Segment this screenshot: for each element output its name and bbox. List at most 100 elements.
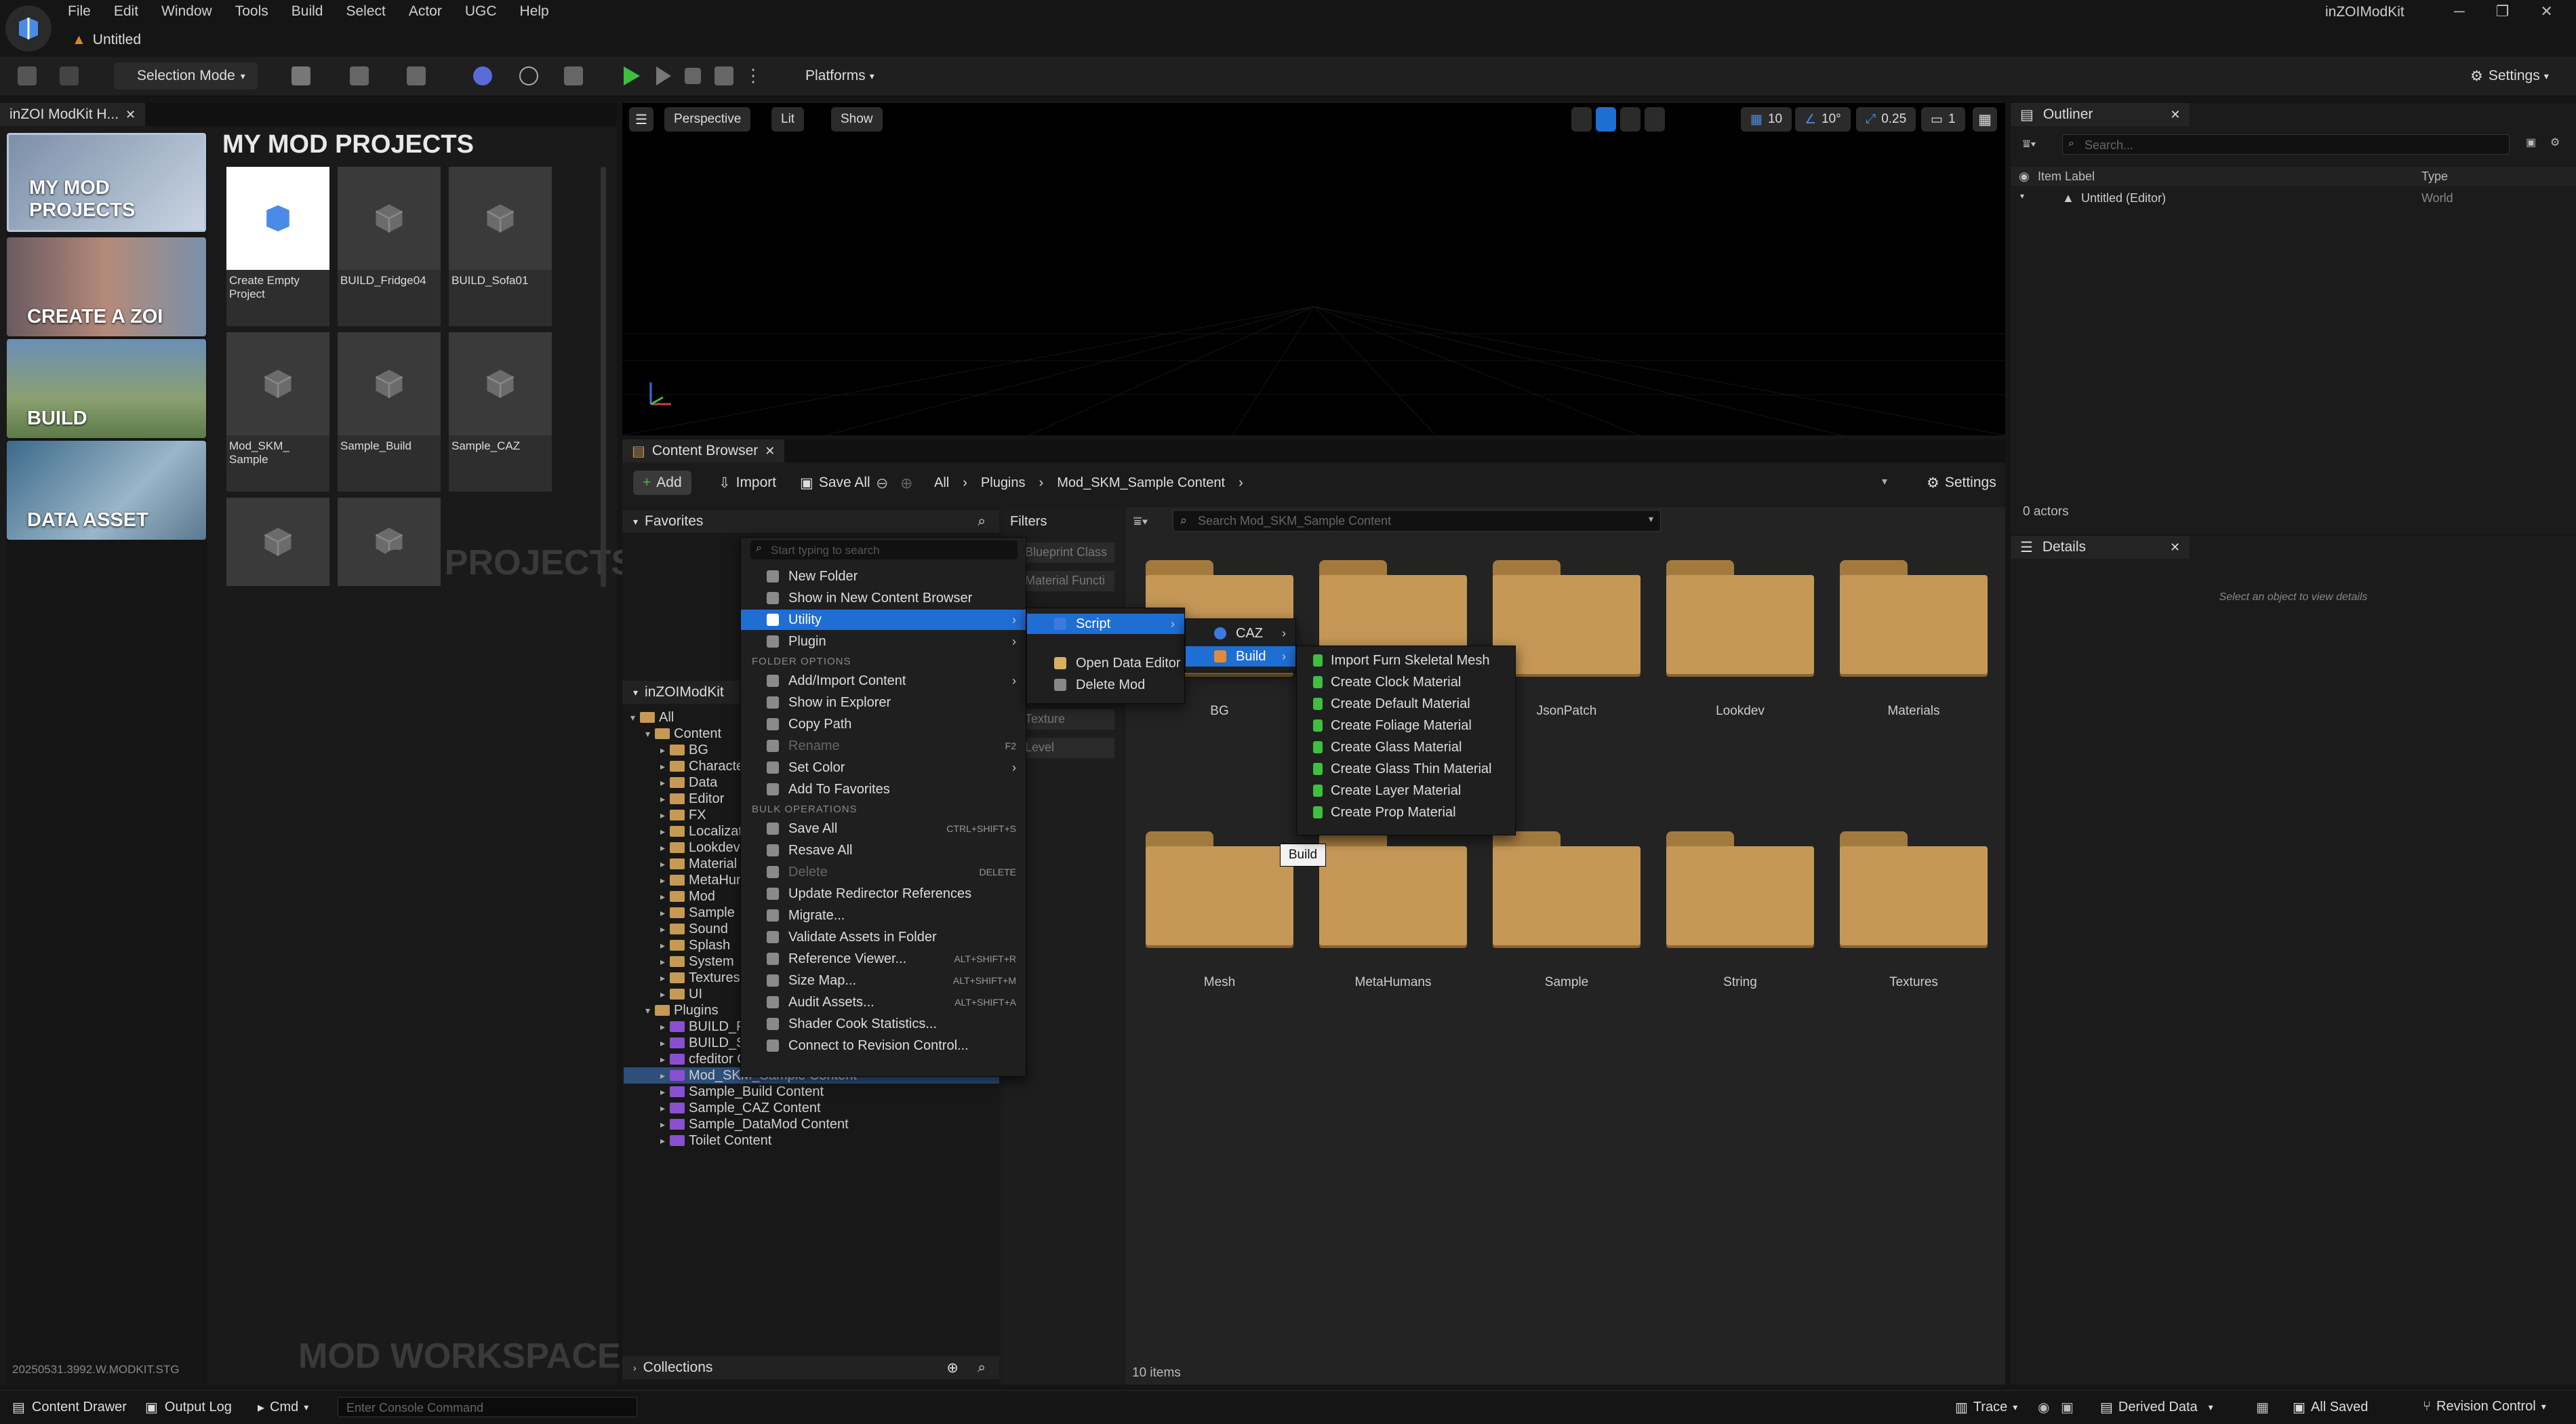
- help-icon[interactable]: [519, 66, 538, 85]
- scale-icon[interactable]: [1645, 107, 1665, 132]
- save-icon[interactable]: [18, 66, 37, 85]
- chevron-right-icon[interactable]: ▸: [660, 761, 670, 772]
- content-drawer-button[interactable]: ▤ Content Drawer: [12, 1399, 127, 1416]
- menu-item-create-layer-material[interactable]: Create Layer Material: [1297, 780, 1515, 801]
- menu-item-create-glass-material[interactable]: Create Glass Material: [1297, 737, 1515, 757]
- menu-item-build[interactable]: Build ›: [1186, 646, 1295, 667]
- project-card[interactable]: Mod_SKM_ Sample: [226, 332, 329, 492]
- select-mode-icon[interactable]: [1571, 107, 1592, 132]
- menu-item-add-to-favorites[interactable]: Add To Favorites: [741, 779, 1026, 799]
- chevron-right-icon[interactable]: ▸: [660, 972, 670, 984]
- menu-item-create-glass-thin-material[interactable]: Create Glass Thin Material: [1297, 759, 1515, 779]
- search-icon[interactable]: ⌕: [978, 513, 986, 530]
- settings-button[interactable]: ⚙ Settings ▾: [2461, 62, 2558, 90]
- menu-item-size-map-[interactable]: Size Map... ALT+SHIFT+M: [741, 970, 1026, 991]
- sidebar-item-my-mod-projects[interactable]: MY MOD PROJECTS: [7, 133, 206, 232]
- details-tab[interactable]: ☰ Details ✕: [2011, 536, 2190, 559]
- chevron-right-icon[interactable]: ▸: [660, 810, 670, 821]
- menu-item-create-clock-material[interactable]: Create Clock Material: [1297, 672, 1515, 692]
- menu-item-add-import-content[interactable]: Add/Import Content ›: [741, 671, 1026, 691]
- tree-item[interactable]: ▸ Toilet Content: [624, 1132, 999, 1149]
- chevron-right-icon[interactable]: ▸: [660, 891, 670, 903]
- camera-speed-button[interactable]: ▭ 1: [1921, 107, 1965, 132]
- close-icon[interactable]: ✕: [765, 444, 775, 458]
- trace-button[interactable]: ▥ Trace ▾: [1955, 1399, 2017, 1416]
- minimize-icon[interactable]: ─: [2454, 3, 2465, 20]
- chevron-right-icon[interactable]: ▸: [660, 1021, 670, 1033]
- outliner-tab[interactable]: ▤ Outliner ✕: [2011, 103, 2190, 126]
- menu-item-create-default-material[interactable]: Create Default Material: [1297, 694, 1515, 714]
- menu-item-new-folder[interactable]: New Folder: [741, 566, 1026, 587]
- menu-window[interactable]: Window: [161, 0, 212, 23]
- filter-material-function[interactable]: Material Functi: [1020, 571, 1114, 591]
- save-all-button[interactable]: ▣ Save All: [790, 471, 880, 495]
- chevron-right-icon[interactable]: ▸: [660, 826, 670, 837]
- material-sphere-icon[interactable]: [473, 66, 492, 85]
- menu-item-utility[interactable]: Utility ›: [741, 610, 1026, 630]
- menu-item-create-foliage-material[interactable]: Create Foliage Material: [1297, 715, 1515, 736]
- layout-icon[interactable]: ▦: [1973, 107, 1997, 132]
- cmd-dropdown[interactable]: ▸ Cmd ▾: [258, 1399, 308, 1416]
- filter-blueprint-class[interactable]: Blueprint Class: [1020, 542, 1114, 563]
- filter-level[interactable]: Level: [1020, 738, 1114, 758]
- menu-item-save-all[interactable]: Save All CTRL+SHIFT+S: [741, 818, 1026, 839]
- document-tab[interactable]: ▲ Untitled: [72, 28, 141, 52]
- project-card[interactable]: BUILD_Sofa01: [449, 167, 552, 326]
- rotate-icon[interactable]: [1620, 107, 1641, 132]
- add-folder-icon[interactable]: ▣: [2526, 136, 2536, 149]
- search-icon[interactable]: ⌕: [978, 1360, 986, 1376]
- chevron-right-icon[interactable]: ▸: [660, 1103, 670, 1114]
- folder-tile[interactable]: [1319, 831, 1467, 945]
- breadcrumb-current[interactable]: Mod_SKM_Sample Content: [1057, 475, 1225, 491]
- menu-item-open-data-editor[interactable]: Open Data Editor: [1027, 653, 1184, 673]
- menu-item-copy-path[interactable]: Copy Path: [741, 714, 1026, 734]
- add-actor-icon[interactable]: [291, 66, 310, 85]
- chevron-right-icon[interactable]: ▸: [660, 777, 670, 789]
- chevron-right-icon[interactable]: ▸: [660, 1070, 670, 1082]
- menu-actor[interactable]: Actor: [409, 0, 442, 23]
- lit-button[interactable]: Lit: [771, 107, 805, 132]
- project-card[interactable]: BUILD_Fridge04: [338, 167, 441, 326]
- camera-icon[interactable]: ▣: [2061, 1399, 2074, 1416]
- filter-icon[interactable]: ⩸▾: [1133, 514, 1148, 530]
- chevron-right-icon[interactable]: ▸: [660, 858, 670, 870]
- more-options-icon[interactable]: ⋮: [744, 65, 762, 86]
- output-log-button[interactable]: ▣ Output Log: [145, 1399, 232, 1416]
- menu-item-shader-cook-statistics-[interactable]: Shader Cook Statistics...: [741, 1014, 1026, 1034]
- menu-item-script[interactable]: Script ›: [1027, 614, 1184, 634]
- translate-icon[interactable]: [1596, 107, 1616, 132]
- hub-scrollbar[interactable]: [601, 167, 606, 587]
- outliner-search[interactable]: ⌕ Search...: [2062, 134, 2510, 155]
- menu-help[interactable]: Help: [520, 0, 549, 23]
- forward-icon[interactable]: ⊕: [900, 475, 912, 492]
- chevron-right-icon[interactable]: ▸: [660, 875, 670, 886]
- browse-icon[interactable]: [60, 66, 79, 85]
- project-card[interactable]: Sample_Build: [338, 332, 441, 492]
- platforms-button[interactable]: Platforms ▾: [785, 62, 893, 90]
- grid-snap-button[interactable]: ▦ 10: [1741, 107, 1792, 132]
- close-icon[interactable]: ✕: [2540, 3, 2552, 20]
- revision-control-button[interactable]: ⑂ Revision Control ▾: [2423, 1399, 2546, 1415]
- menu-item-import-furn-skeletal-mesh[interactable]: Import Furn Skeletal Mesh: [1297, 650, 1515, 671]
- menu-edit[interactable]: Edit: [114, 0, 138, 23]
- menu-tools[interactable]: Tools: [235, 0, 268, 23]
- add-collection-icon[interactable]: ⊕: [946, 1360, 959, 1377]
- menu-item-show-in-explorer[interactable]: Show in Explorer: [741, 692, 1026, 713]
- chevron-right-icon[interactable]: ▸: [660, 793, 670, 805]
- stop-icon[interactable]: [685, 68, 701, 84]
- chevron-down-icon[interactable]: ▾: [645, 728, 655, 740]
- asset-search-box[interactable]: ⌕ Search Mod_SKM_Sample Content ▾: [1173, 510, 1661, 532]
- menu-item-reference-viewer-[interactable]: Reference Viewer... ALT+SHIFT+R: [741, 949, 1026, 969]
- project-card-create-empty[interactable]: Create Empty Project: [226, 167, 329, 326]
- angle-snap-button[interactable]: ∠ 10°: [1795, 107, 1851, 132]
- back-icon[interactable]: ⊖: [876, 475, 888, 492]
- chevron-right-icon[interactable]: ▸: [660, 956, 670, 968]
- step-icon[interactable]: [656, 66, 671, 85]
- menu-item-connect-to-revision-control-[interactable]: Connect to Revision Control...: [741, 1035, 1026, 1056]
- viewport-menu-button[interactable]: ☰: [629, 107, 653, 132]
- chevron-right-icon[interactable]: ▸: [660, 1086, 670, 1098]
- scale-snap-button[interactable]: ⤢ 0.25: [1856, 107, 1916, 132]
- chevron-right-icon[interactable]: ▸: [660, 924, 670, 935]
- add-button[interactable]: + Add: [633, 471, 691, 495]
- hub-tab[interactable]: inZOI ModKit H... ✕: [0, 103, 146, 126]
